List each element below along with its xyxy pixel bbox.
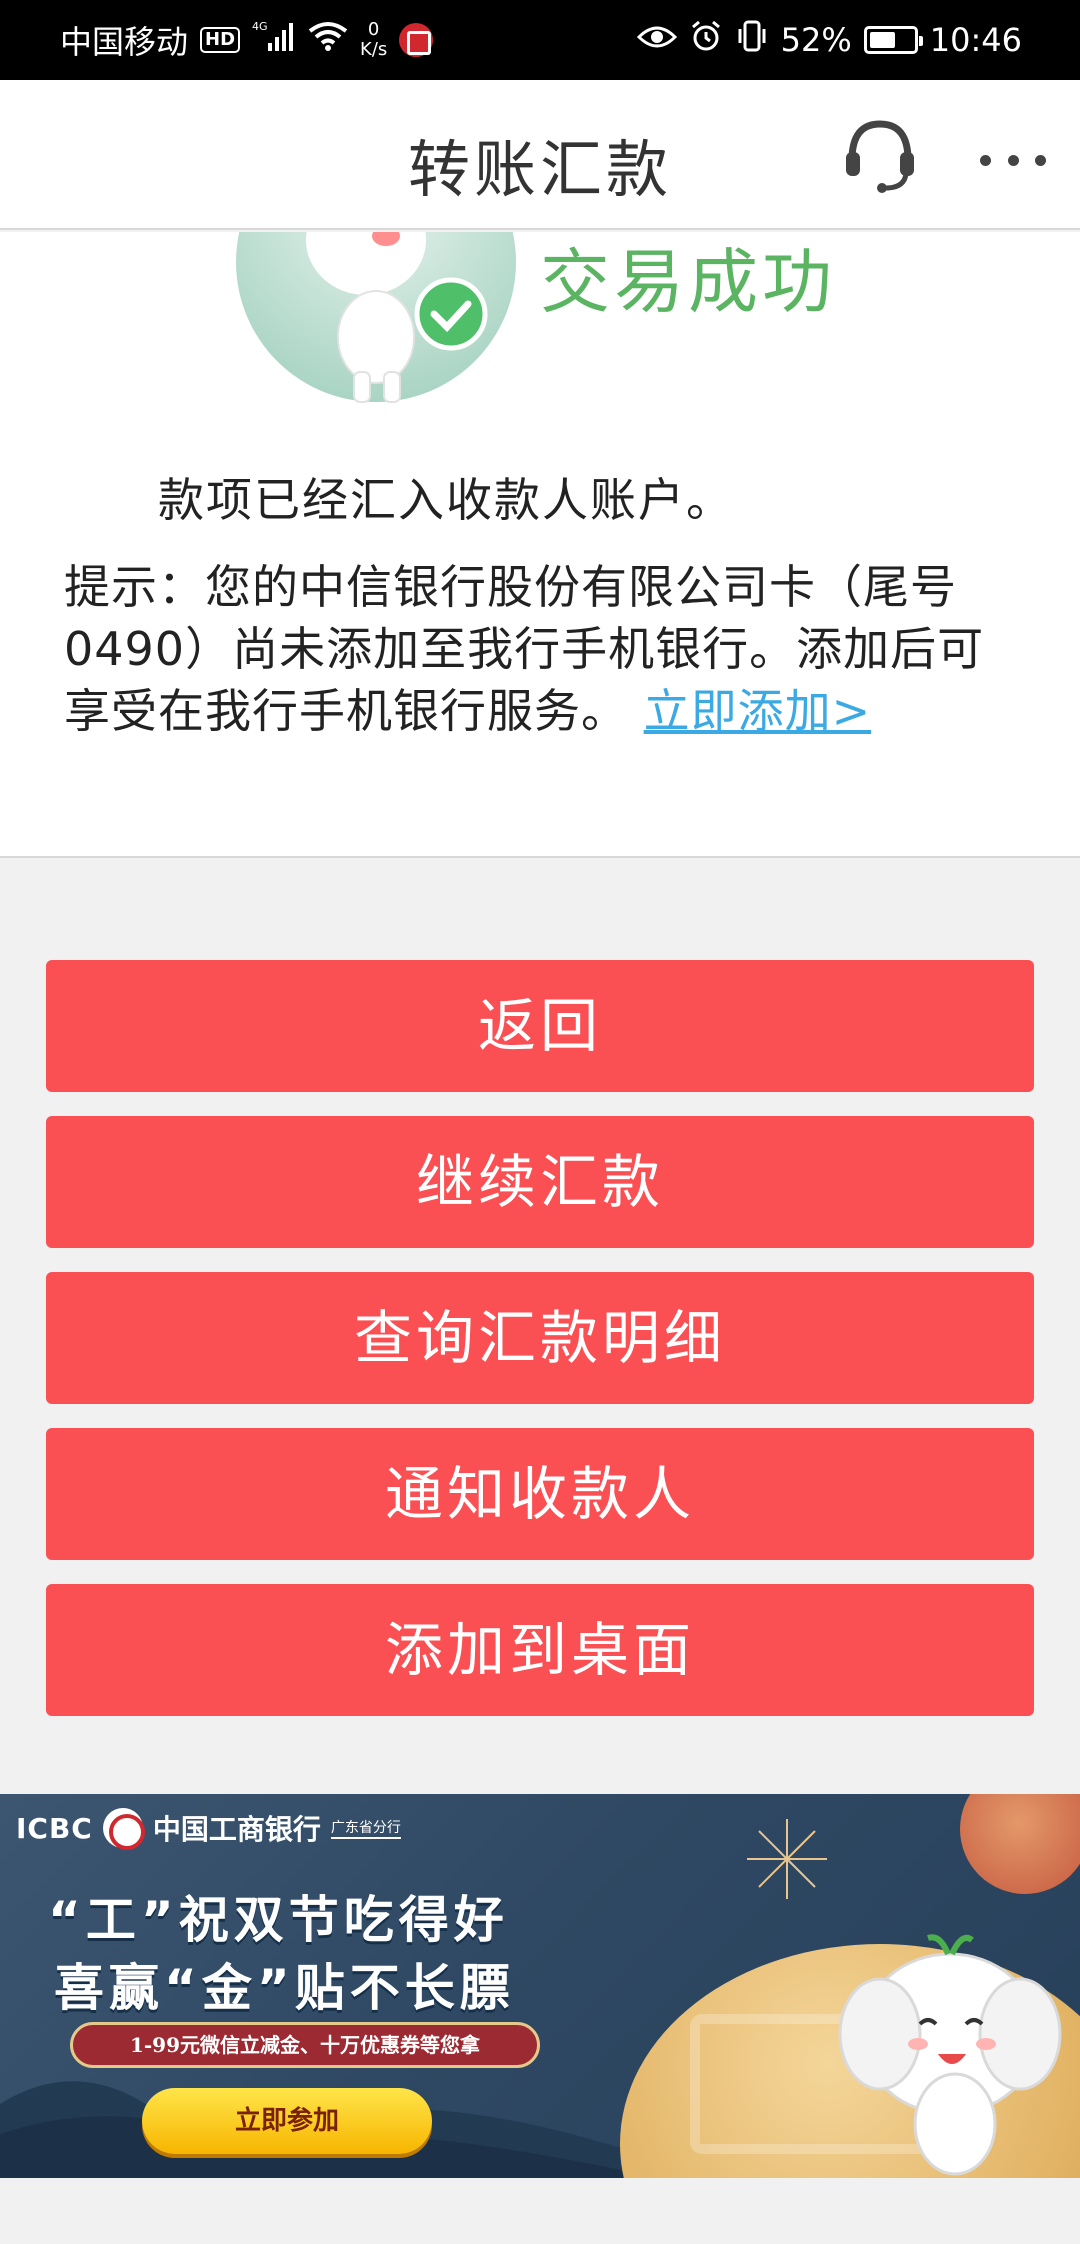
deposit-message: 款项已经汇入收款人账户。 bbox=[158, 473, 734, 527]
vibrate-icon bbox=[735, 19, 769, 61]
more-button[interactable] bbox=[980, 140, 1046, 180]
query-remit-detail-button[interactable]: 查询汇款明细 bbox=[46, 1272, 1034, 1404]
more-icon-dot bbox=[1035, 154, 1046, 166]
result-card: 交易成功 款项已经汇入收款人账户。 提示：您的中信银行股份有限公司卡（尾号049… bbox=[0, 232, 1080, 858]
status-bar-right: 52% 10:46 bbox=[636, 0, 1022, 80]
banner-join-button[interactable]: 立即参加 bbox=[142, 2088, 432, 2154]
customer-service-button[interactable] bbox=[842, 116, 918, 196]
wifi-icon bbox=[308, 20, 348, 60]
page-title: 转账汇款 bbox=[407, 133, 672, 206]
app-header: 转账汇款 bbox=[0, 80, 1080, 230]
icbc-en-label: ICBC bbox=[16, 1811, 93, 1845]
continue-remit-button[interactable]: 继续汇款 bbox=[46, 1116, 1034, 1248]
banner-brand: ICBC 中国工商银行 广东省分行 bbox=[16, 1806, 401, 1850]
icbc-cn-label: 中国工商银行 bbox=[152, 1813, 321, 1846]
add-to-desktop-button[interactable]: 添加到桌面 bbox=[46, 1584, 1034, 1716]
more-icon bbox=[980, 154, 991, 166]
network-speed-value: 0 bbox=[367, 19, 380, 40]
citic-app-icon bbox=[399, 23, 434, 57]
eye-icon bbox=[636, 21, 677, 59]
firework-decoration bbox=[747, 1819, 827, 1899]
hd-badge: HD bbox=[200, 27, 241, 53]
icbc-logo-icon bbox=[102, 1808, 145, 1850]
status-bar-left: 中国移动 HD 4G 0 K/s bbox=[60, 0, 434, 80]
hint-message: 提示：您的中信银行股份有限公司卡（尾号0490）尚未添加至我行手机银行。添加后可… bbox=[64, 556, 1024, 742]
network-speed: 0 K/s bbox=[360, 20, 387, 60]
elephant-mascot bbox=[838, 1934, 1062, 2176]
more-icon-dot bbox=[1007, 154, 1019, 166]
icbc-branch-label: 广东省分行 bbox=[330, 1817, 401, 1839]
network-speed-unit: K/s bbox=[360, 39, 388, 60]
signal-icon: 4G bbox=[252, 19, 296, 61]
headset-icon bbox=[846, 120, 914, 193]
notify-payee-button[interactable]: 通知收款人 bbox=[46, 1428, 1034, 1560]
battery-fill bbox=[869, 32, 895, 48]
promo-banner[interactable]: ICBC 中国工商银行 广东省分行 “工”祝双节吃得好 喜赢“金”贴不长膘 1-… bbox=[0, 1794, 1080, 2178]
lantern-decoration bbox=[960, 1794, 1080, 1894]
mascot-illustration bbox=[236, 232, 526, 407]
battery-icon bbox=[863, 26, 923, 54]
back-button[interactable]: 返回 bbox=[46, 960, 1034, 1092]
status-bar: 中国移动 HD 4G 0 K/s 52% 10:46 bbox=[0, 0, 1080, 80]
battery-percent: 52% bbox=[780, 21, 852, 59]
clock: 10:46 bbox=[929, 21, 1022, 59]
banner-subline: 1-99元微信立减金、十万优惠券等您拿 bbox=[70, 2022, 540, 2068]
banner-headline-1: “工”祝双节吃得好 bbox=[48, 1891, 509, 1949]
banner-headline-2: 喜赢“金”贴不长膘 bbox=[54, 1959, 515, 2017]
add-card-link[interactable]: 立即添加> bbox=[644, 684, 872, 738]
success-title: 交易成功 bbox=[540, 241, 836, 323]
carrier-label: 中国移动 bbox=[60, 23, 189, 61]
network-type-label: 4G bbox=[252, 20, 268, 33]
alarm-icon bbox=[689, 19, 723, 61]
